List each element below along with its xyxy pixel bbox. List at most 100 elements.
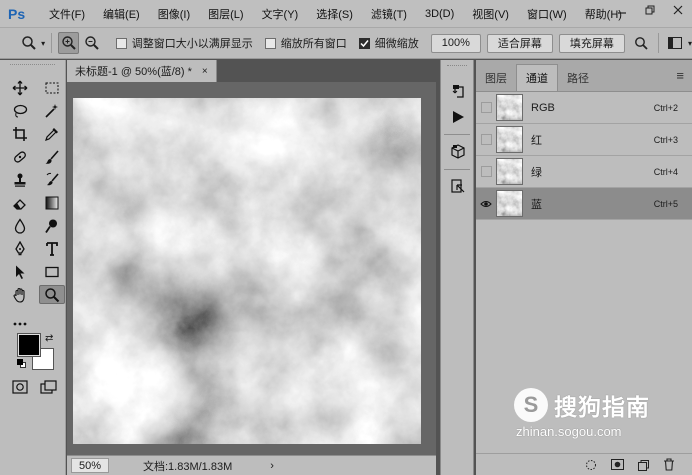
menu-image[interactable]: 图像(I) xyxy=(149,6,199,22)
swap-colors-icon[interactable]: ⇄ xyxy=(45,333,53,344)
visibility-toggle[interactable] xyxy=(476,188,496,220)
eyedropper-icon xyxy=(45,127,58,141)
gradient-tool[interactable] xyxy=(39,193,65,212)
close-tab-icon[interactable]: × xyxy=(202,66,208,77)
bandage-icon xyxy=(14,150,26,163)
checkbox-unchecked xyxy=(115,37,127,49)
menu-filter[interactable]: 滤镜(T) xyxy=(362,6,416,22)
rectangle-tool[interactable] xyxy=(39,262,65,281)
move-tool[interactable] xyxy=(7,78,33,97)
zoom-out-button[interactable] xyxy=(81,32,102,54)
zoom-all-windows-checkbox[interactable]: 缩放所有窗口 xyxy=(264,35,347,51)
edit-toolbar-button[interactable] xyxy=(7,314,33,333)
type-tool[interactable] xyxy=(39,239,65,258)
tool-preset-picker[interactable] xyxy=(18,32,39,54)
type-icon xyxy=(46,241,58,256)
eraser-icon xyxy=(13,198,26,210)
status-menu-arrow[interactable]: › xyxy=(270,460,274,472)
canvas-area xyxy=(67,82,436,455)
tab-layers[interactable]: 图层 xyxy=(476,65,516,91)
blur-tool[interactable] xyxy=(7,216,33,235)
close-icon xyxy=(673,5,683,15)
minimize-button[interactable] xyxy=(608,0,636,20)
crop-tool[interactable] xyxy=(7,124,33,143)
default-colors-icon[interactable] xyxy=(17,359,26,368)
lasso-tool[interactable] xyxy=(7,101,33,120)
panel-grip[interactable] xyxy=(447,65,467,73)
channel-row[interactable]: 绿 Ctrl+4 xyxy=(476,156,692,188)
channel-name: 红 xyxy=(531,134,542,147)
zoom-level-field[interactable]: 50% xyxy=(71,458,109,473)
visibility-empty-box xyxy=(480,134,492,145)
menu-3d[interactable]: 3D(D) xyxy=(416,8,463,20)
panel-grip[interactable] xyxy=(10,64,55,76)
visibility-toggle[interactable] xyxy=(476,124,496,156)
panel-menu-icon[interactable]: ≡ xyxy=(676,68,684,83)
menu-file[interactable]: 文件(F) xyxy=(40,6,94,22)
eyedropper-tool[interactable] xyxy=(39,124,65,143)
fit-screen-button[interactable]: 适合屏幕 xyxy=(486,33,553,53)
menu-edit[interactable]: 编辑(E) xyxy=(94,6,149,22)
menu-layer[interactable]: 图层(L) xyxy=(199,6,252,22)
menu-view[interactable]: 视图(V) xyxy=(463,6,518,22)
properties-icon xyxy=(451,179,465,193)
cube-icon xyxy=(451,144,465,159)
dodge-tool[interactable] xyxy=(39,216,65,235)
3d-panel-button[interactable] xyxy=(441,139,475,165)
healing-brush-tool[interactable] xyxy=(7,147,33,166)
resize-windows-checkbox[interactable]: 调整窗口大小以满屏显示 xyxy=(115,35,253,51)
visibility-toggle[interactable] xyxy=(476,156,496,188)
menu-window[interactable]: 窗口(W) xyxy=(518,6,576,22)
hand-tool[interactable] xyxy=(7,285,33,304)
zoom-tool[interactable] xyxy=(39,285,65,304)
status-bar: 50% 文档:1.83M/1.83M › xyxy=(67,455,436,475)
channel-shortcut: Ctrl+4 xyxy=(653,166,678,177)
delete-channel-button[interactable] xyxy=(656,455,682,475)
new-page-icon xyxy=(638,459,649,471)
tab-channels[interactable]: 通道 xyxy=(516,64,558,91)
fill-screen-button[interactable]: 填充屏幕 xyxy=(558,33,625,53)
menu-select[interactable]: 选择(S) xyxy=(307,6,362,22)
color-swatches: ⇄ xyxy=(17,333,64,374)
scrubby-zoom-checkbox[interactable]: 细微缩放 xyxy=(358,35,419,51)
history-panel-button[interactable] xyxy=(441,78,475,104)
channel-row[interactable]: 红 Ctrl+3 xyxy=(476,124,692,156)
visibility-toggle[interactable] xyxy=(476,92,496,124)
path-selection-tool[interactable] xyxy=(7,262,33,281)
new-channel-button[interactable] xyxy=(630,455,656,475)
search-button[interactable] xyxy=(631,32,652,54)
screen-mode-button[interactable] xyxy=(40,380,58,397)
zoom-icon xyxy=(21,36,36,50)
image-canvas[interactable] xyxy=(73,98,421,444)
pen-tool[interactable] xyxy=(7,239,33,258)
marquee-tool[interactable] xyxy=(39,78,65,97)
maximize-button[interactable] xyxy=(636,0,664,20)
clone-stamp-tool[interactable] xyxy=(7,170,33,189)
menu-type[interactable]: 文字(Y) xyxy=(253,6,308,22)
actions-panel-button[interactable] xyxy=(441,104,475,130)
zoom-in-button[interactable] xyxy=(58,32,80,54)
save-selection-channel-button[interactable] xyxy=(604,455,630,475)
brush-tool[interactable] xyxy=(39,147,65,166)
channel-shortcut: Ctrl+2 xyxy=(653,102,678,113)
foreground-color-swatch[interactable] xyxy=(17,333,41,357)
workspace-switcher[interactable] xyxy=(665,32,686,54)
channel-row[interactable]: 蓝 Ctrl+5 xyxy=(476,188,692,220)
magic-wand-tool[interactable] xyxy=(39,101,65,120)
properties-panel-button[interactable] xyxy=(441,174,475,200)
lasso-icon xyxy=(13,104,28,117)
eraser-tool[interactable] xyxy=(7,193,33,212)
load-channel-selection-button[interactable] xyxy=(578,455,604,475)
channel-row[interactable]: RGB Ctrl+2 xyxy=(476,92,692,124)
document-window: 未标题-1 @ 50%(蓝/8) * × 50% 文档:1.83M/1.83M … xyxy=(67,60,436,475)
actual-pixels-button[interactable]: 100% xyxy=(430,33,481,53)
chevron-down-icon: ▾ xyxy=(41,38,46,48)
tab-paths[interactable]: 路径 xyxy=(558,65,598,91)
document-tab[interactable]: 未标题-1 @ 50%(蓝/8) * × xyxy=(67,60,217,82)
quick-mask-button[interactable] xyxy=(12,380,28,397)
window-controls xyxy=(608,0,692,22)
channel-list: RGB Ctrl+2 红 Ctrl+3 绿 Ctrl+4 蓝 Ctrl+5 xyxy=(476,92,692,220)
channel-name: 绿 xyxy=(531,166,542,179)
close-button[interactable] xyxy=(664,0,692,20)
history-brush-tool[interactable] xyxy=(39,170,65,189)
